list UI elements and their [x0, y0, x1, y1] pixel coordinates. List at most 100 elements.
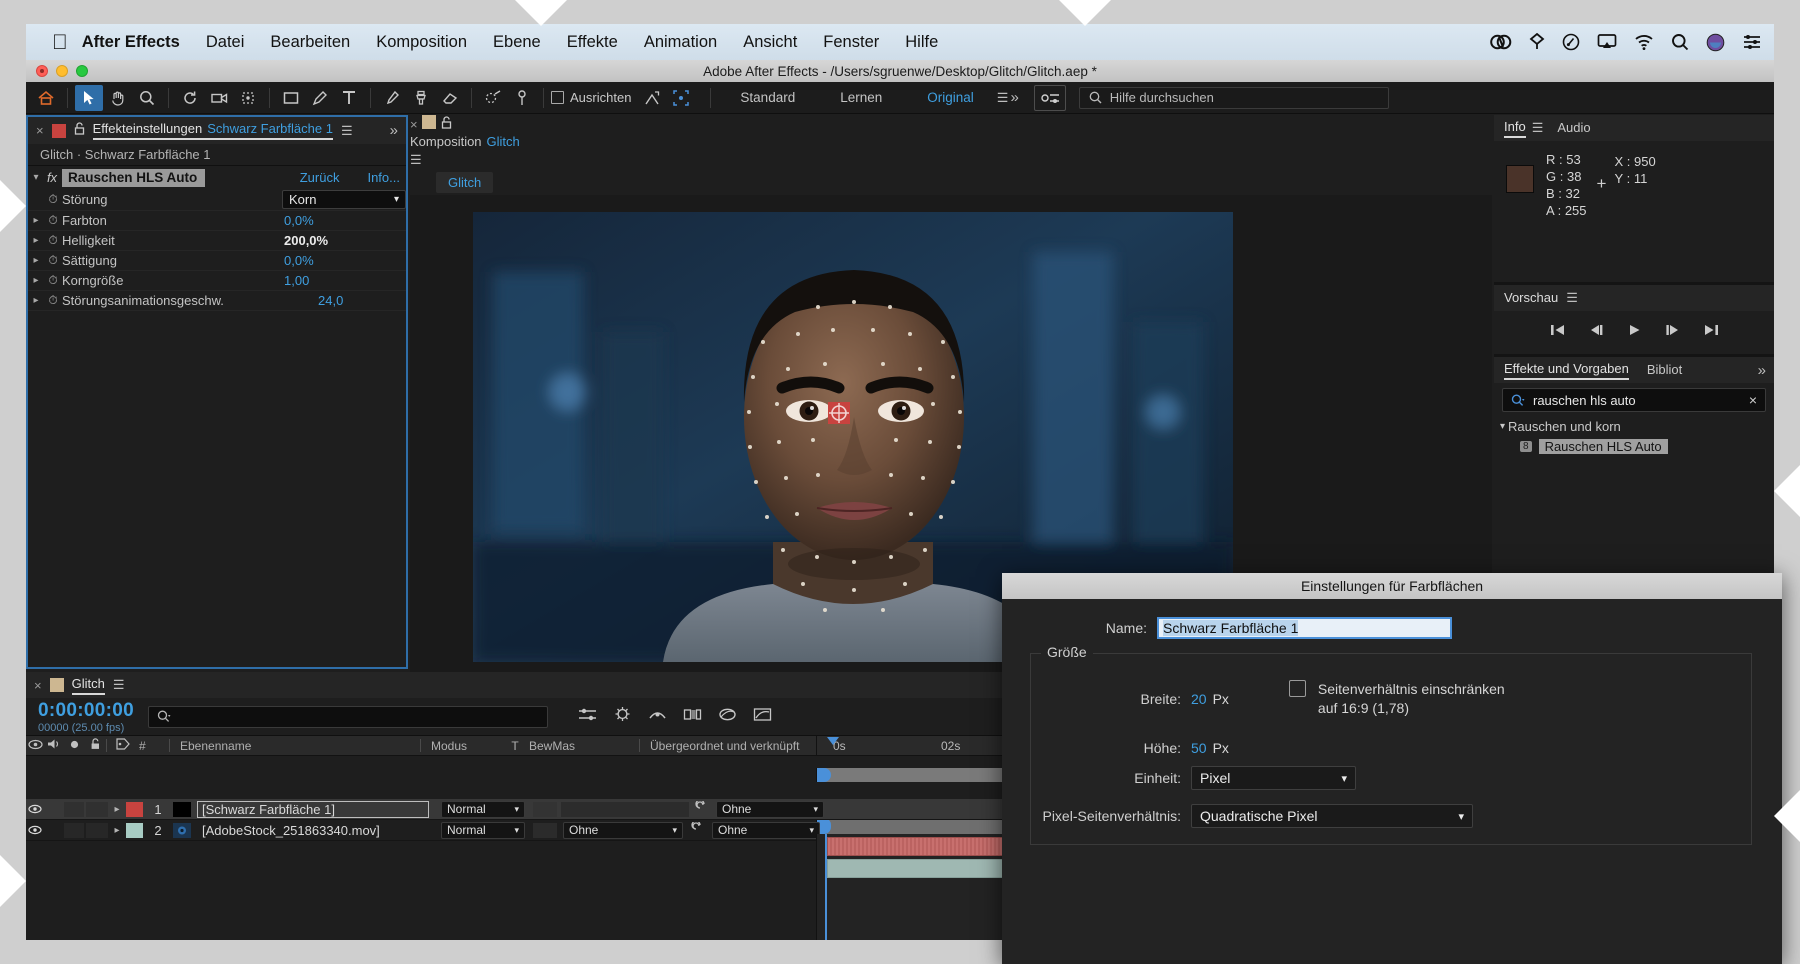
app-toolbar[interactable]: Ausrichten Standard Lernen Original ☰ » …: [26, 82, 1774, 114]
menu-item-ansicht[interactable]: Ansicht: [743, 33, 797, 52]
stopwatch-icon[interactable]: ⏱: [44, 273, 62, 288]
parent-pickwhip-icon[interactable]: [693, 801, 708, 818]
effects-category-rauschen-und-korn[interactable]: ▾ Rauschen und korn: [1494, 417, 1774, 436]
camera-tool-icon[interactable]: [205, 85, 233, 111]
farbton-value[interactable]: 0,0%: [284, 213, 314, 228]
macos-menu-bar[interactable]:  After Effects Datei Bearbeiten Komposi…: [26, 24, 1774, 60]
unit-select[interactable]: Pixel ▾: [1191, 766, 1356, 790]
stoerungsanim-value[interactable]: 24,0: [318, 293, 343, 308]
stopwatch-icon[interactable]: ⏱: [44, 233, 62, 248]
panel-menu-icon[interactable]: ☰: [1566, 290, 1578, 306]
first-frame-icon[interactable]: [1549, 323, 1566, 342]
layer-trackmatte-cell[interactable]: [561, 802, 689, 817]
menu-item-fenster[interactable]: Fenster: [823, 33, 879, 52]
menu-item-animation[interactable]: Animation: [644, 33, 717, 52]
lock-icon[interactable]: [74, 122, 85, 140]
type-tool-icon[interactable]: [335, 85, 363, 111]
solid-width-value[interactable]: 20: [1191, 691, 1207, 707]
hide-shy-layers-icon[interactable]: [648, 707, 667, 727]
close-icon[interactable]: ×: [36, 123, 44, 138]
expand-chevron-icon[interactable]: ▸: [28, 295, 44, 306]
search-tool-icon[interactable]: [1562, 33, 1580, 51]
panel-menu-icon[interactable]: ☰: [341, 123, 353, 139]
info-tabbar[interactable]: Info ☰ Audio: [1494, 115, 1774, 141]
snap-checkbox[interactable]: [551, 91, 564, 104]
effect-header-row[interactable]: ▾ fx Rauschen HLS Auto Zurück Info...: [28, 166, 406, 189]
layer-expand-chevron-icon[interactable]: ▸: [108, 804, 126, 815]
brush-tool-icon[interactable]: [378, 85, 406, 111]
solid-settings-dialog[interactable]: Einstellungen für Farbflächen Name: Schw…: [1002, 573, 1782, 964]
clone-stamp-tool-icon[interactable]: [407, 85, 435, 111]
menu-item-bearbeiten[interactable]: Bearbeiten: [270, 33, 350, 52]
timeline-search-input[interactable]: [148, 706, 548, 728]
puppet-pin-tool-icon[interactable]: [508, 85, 536, 111]
control-center-icon[interactable]: [1742, 34, 1762, 50]
tab-effect-controls[interactable]: Effekteinstellungen Schwarz Farbfläche 1: [93, 121, 333, 140]
pen-tool-icon[interactable]: [306, 85, 334, 111]
creative-cloud-icon[interactable]: [1490, 33, 1512, 51]
property-row-korngroesse[interactable]: ▸ ⏱ Korngröße 1,00: [28, 271, 406, 291]
draft-3d-icon[interactable]: [613, 706, 632, 727]
layer-visibility-toggle[interactable]: [26, 802, 44, 817]
play-icon[interactable]: [1627, 323, 1642, 342]
property-row-stoerungsanimationsgeschw[interactable]: ▸ ⏱ Störungsanimationsgeschw. 24,0: [28, 291, 406, 311]
workspace-lernen[interactable]: Lernen: [840, 90, 882, 105]
effect-controls-tabbar[interactable]: × Effekteinstellungen Schwarz Farbfläche…: [28, 117, 406, 144]
expand-chevron-icon[interactable]: ▸: [28, 215, 44, 226]
layer-parent-select[interactable]: Ohne ▾: [716, 801, 824, 818]
panel-menu-icon[interactable]: ☰: [1532, 120, 1544, 136]
close-icon[interactable]: ×: [410, 117, 418, 132]
workspace-overflow-icon[interactable]: »: [1010, 89, 1018, 106]
clear-search-icon[interactable]: ×: [1749, 392, 1757, 408]
solid-height-value[interactable]: 50: [1191, 740, 1207, 756]
effects-tabbar[interactable]: Effekte und Vorgaben Bibliot »: [1494, 357, 1774, 383]
rotation-tool-icon[interactable]: [176, 85, 204, 111]
menu-item-datei[interactable]: Datei: [206, 33, 245, 52]
layer-mode-select[interactable]: Normal ▾: [441, 801, 525, 818]
layer-preserve-transparency-toggle[interactable]: [533, 823, 557, 838]
effects-item-rauschen-hls-auto[interactable]: 8 Rauschen HLS Auto: [1494, 436, 1774, 456]
selection-tool-icon[interactable]: [75, 85, 103, 111]
wifi-icon[interactable]: [1634, 33, 1654, 51]
panel-menu-icon[interactable]: ☰: [113, 677, 125, 693]
lock-icon[interactable]: [441, 116, 452, 133]
timeline-option-icons[interactable]: [578, 706, 772, 727]
workspace-menu-icon[interactable]: ☰: [997, 90, 1009, 106]
property-row-helligkeit[interactable]: ▸ ⏱ Helligkeit 200,0%: [28, 231, 406, 251]
chevron-down-icon[interactable]: ▾: [1500, 421, 1505, 432]
timeline-current-time[interactable]: 0:00:00:00 00000 (25.00 fps): [38, 700, 134, 734]
panel-menu-icon[interactable]: ☰: [410, 152, 422, 167]
effect-reset-link[interactable]: Zurück: [300, 170, 340, 185]
enable-frame-blending-icon[interactable]: [683, 707, 702, 727]
tab-info[interactable]: Info: [1504, 119, 1526, 138]
menu-item-ebene[interactable]: Ebene: [493, 33, 541, 52]
composition-breadcrumb[interactable]: Glitch: [410, 169, 1492, 195]
stopwatch-icon[interactable]: ⏱: [44, 213, 62, 228]
effect-name[interactable]: Rauschen HLS Auto: [62, 169, 205, 187]
tab-audio[interactable]: Audio: [1557, 120, 1590, 137]
stopwatch-icon[interactable]: ⏱: [44, 293, 62, 308]
aspect-lock-checkbox[interactable]: [1289, 680, 1306, 697]
snap-bounds-icon[interactable]: [667, 85, 695, 111]
layer-preserve-transparency-toggle[interactable]: [533, 802, 557, 817]
preview-transport-controls[interactable]: [1494, 311, 1774, 353]
last-frame-icon[interactable]: [1703, 323, 1720, 342]
next-frame-icon[interactable]: [1664, 323, 1681, 342]
zoom-tool-icon[interactable]: [133, 85, 161, 111]
expand-chevron-icon[interactable]: ▸: [28, 255, 44, 266]
layer-name[interactable]: [AdobeStock_251863340.mov]: [197, 823, 429, 838]
airplay-icon[interactable]: [1597, 33, 1617, 51]
saettigung-value[interactable]: 0,0%: [284, 253, 314, 268]
menu-item-komposition[interactable]: Komposition: [376, 33, 467, 52]
hand-tool-icon[interactable]: [104, 85, 132, 111]
dropbox-icon[interactable]: [1529, 33, 1545, 51]
stopwatch-icon[interactable]: ⏱: [44, 253, 62, 268]
layer-parent-select[interactable]: Ohne ▾: [712, 822, 820, 839]
aspect-lock-row[interactable]: Seitenverhältnis einschränken auf 16:9 (…: [1289, 680, 1505, 718]
graph-editor-icon[interactable]: [753, 707, 772, 727]
workspace-settings-icon[interactable]: [1034, 85, 1066, 111]
tab-effects-presets[interactable]: Effekte und Vorgaben: [1504, 361, 1629, 380]
solid-name-input[interactable]: Schwarz Farbfläche 1: [1157, 617, 1452, 639]
home-icon[interactable]: [32, 85, 60, 111]
motion-blur-icon[interactable]: [718, 707, 737, 727]
